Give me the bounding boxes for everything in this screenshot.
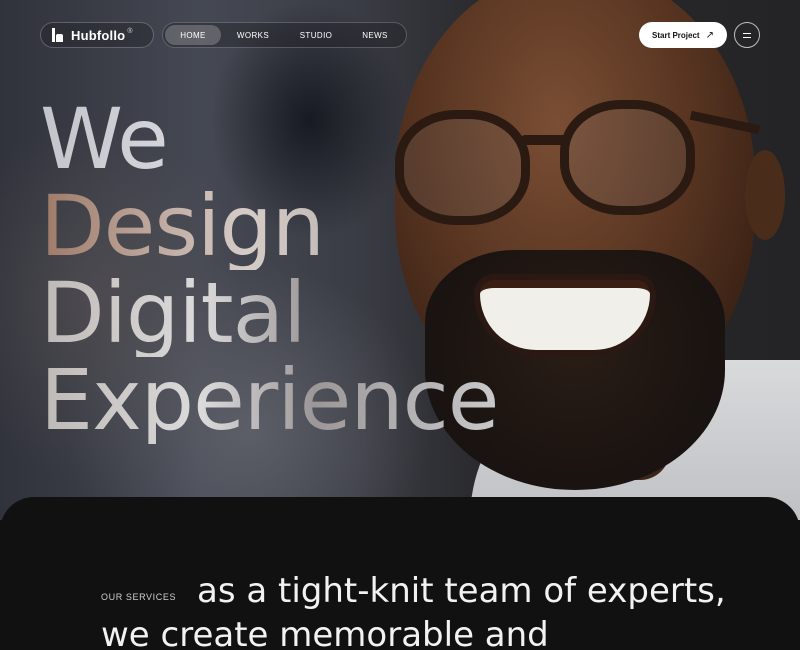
nav-item-news[interactable]: NEWS xyxy=(347,25,403,45)
main-nav: HOME WORKS STUDIO NEWS xyxy=(162,22,407,48)
nav-item-studio[interactable]: STUDIO xyxy=(285,25,347,45)
hero-headline: We Design Digital Experience xyxy=(40,96,499,449)
hero-section: We Design Digital Experience xyxy=(0,0,800,520)
services-section: OUR SERVICES as a tight-knit team of exp… xyxy=(0,497,800,650)
arrow-up-right-icon: ↗ xyxy=(705,29,714,41)
brand-logo-icon xyxy=(51,28,65,42)
start-project-label: Start Project xyxy=(652,30,700,40)
nav-item-works[interactable]: WORKS xyxy=(221,25,285,45)
headline-line-2: Design xyxy=(40,183,498,270)
services-intro-text: as a tight-knit team of experts, we crea… xyxy=(101,571,726,650)
headline-line-1: We xyxy=(40,96,498,183)
start-project-button[interactable]: Start Project ↗ xyxy=(639,22,727,48)
brand-name: Hubfollo xyxy=(71,27,126,43)
menu-button[interactable] xyxy=(734,22,760,48)
hamburger-icon-line-bottom xyxy=(743,36,751,38)
headline-line-3: Digital xyxy=(40,270,498,357)
brand-logo-link[interactable]: Hubfollo ® xyxy=(40,22,154,48)
headline-line-4: Experience xyxy=(40,351,499,449)
registered-mark: ® xyxy=(127,27,133,35)
nav-item-home[interactable]: HOME xyxy=(165,25,221,45)
hamburger-icon-line-top xyxy=(743,32,751,34)
